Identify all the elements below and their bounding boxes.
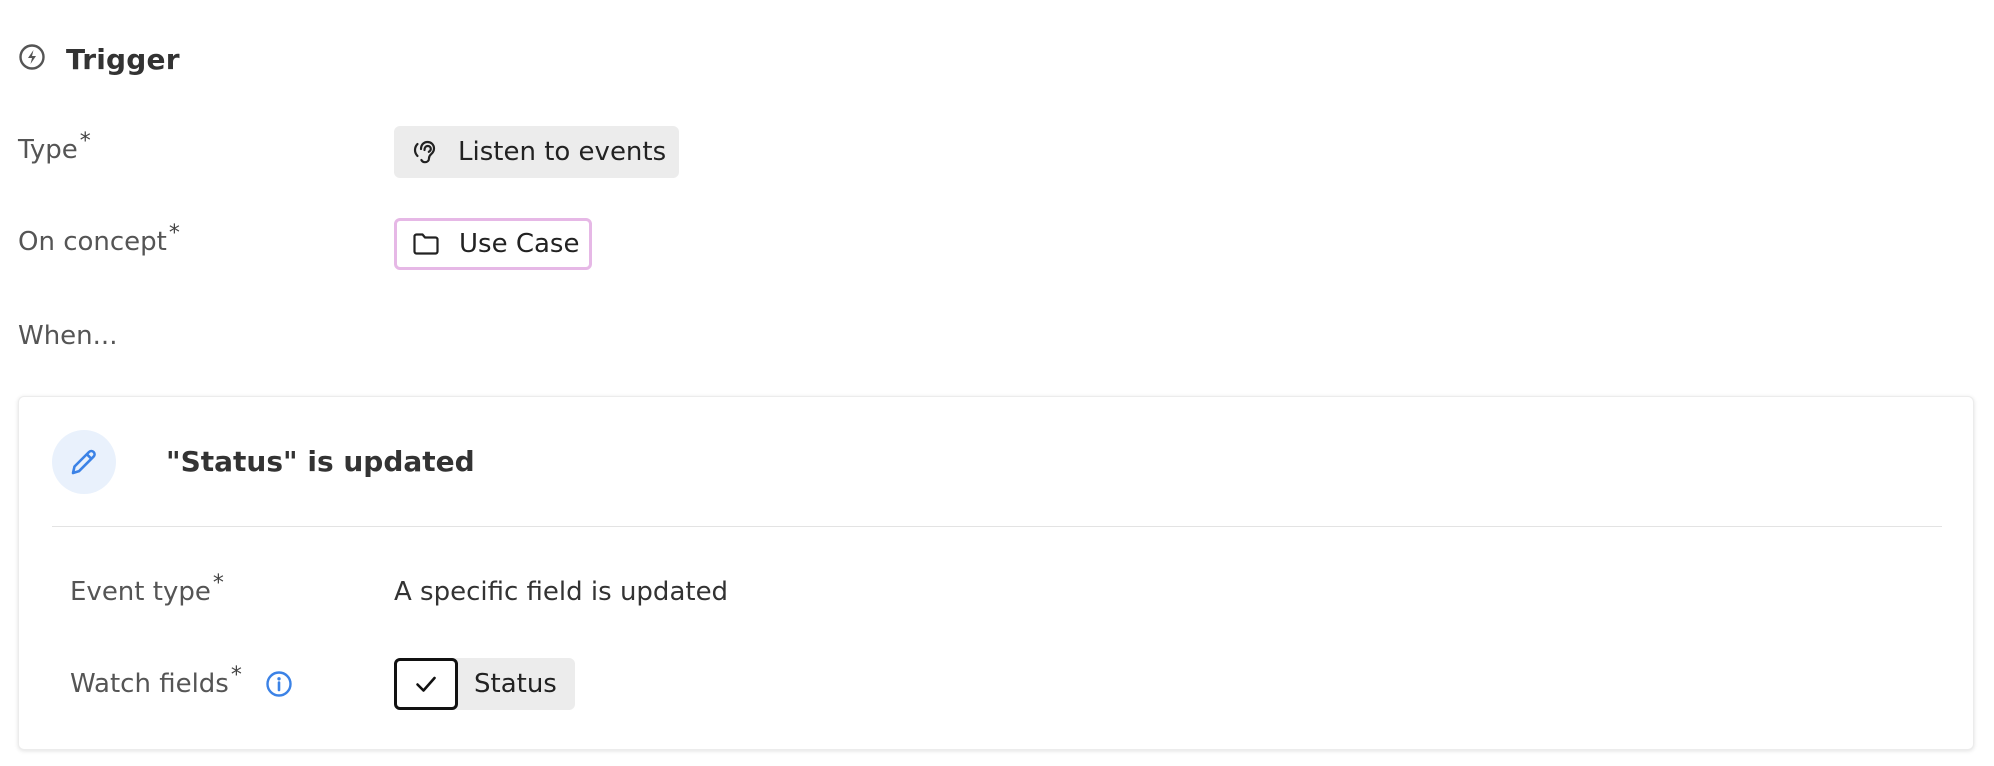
bolt-circle-icon [18, 43, 46, 71]
required-mark: * [212, 571, 224, 596]
type-label: Type* [18, 129, 91, 170]
required-mark: * [230, 663, 242, 688]
type-value: Listen to events [458, 137, 667, 167]
concept-select[interactable]: Use Case [394, 218, 592, 270]
watch-fields-label: Watch fields* [70, 663, 242, 704]
concept-value: Use Case [459, 229, 580, 259]
check-icon [413, 671, 439, 697]
watch-field-chip: Status [394, 658, 575, 710]
required-mark: * [79, 129, 91, 154]
card-divider [52, 526, 1942, 527]
info-icon[interactable] [264, 669, 294, 699]
type-label-text: Type [18, 135, 78, 165]
watch-field-checkbox[interactable] [394, 658, 458, 710]
watch-fields-label-text: Watch fields [70, 669, 229, 699]
event-title: "Status" is updated [166, 445, 475, 478]
required-mark: * [168, 221, 180, 246]
on-concept-label-text: On concept [18, 227, 167, 257]
section-title: Trigger [66, 43, 180, 76]
event-type-label-text: Event type [70, 577, 211, 607]
ear-icon [410, 137, 440, 167]
event-type-label: Event type* [70, 571, 224, 612]
event-type-value: A specific field is updated [394, 577, 729, 607]
on-concept-label: On concept* [18, 221, 180, 262]
folder-icon [411, 229, 441, 259]
when-label: When... [18, 321, 118, 351]
edit-event-button[interactable] [52, 430, 116, 494]
watch-field-label: Status [474, 669, 557, 699]
pencil-icon [67, 445, 101, 479]
type-select[interactable]: Listen to events [394, 126, 679, 178]
